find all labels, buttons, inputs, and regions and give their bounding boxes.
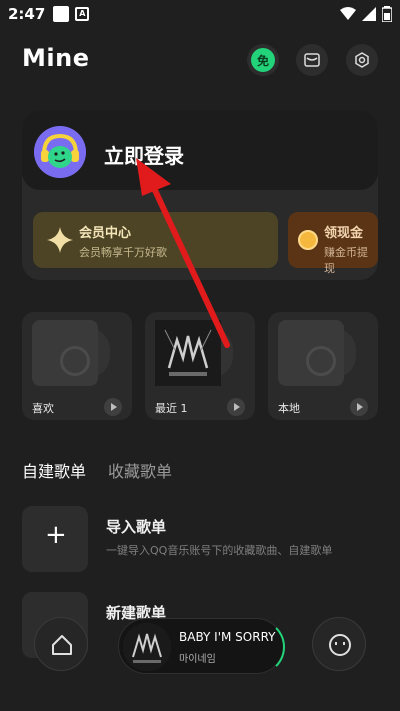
vip-subtitle: 会员畅享千万好歌 xyxy=(79,246,167,259)
import-subtitle: 一键导入QQ音乐账号下的收藏歌曲、自建歌单 xyxy=(106,544,333,557)
notification-square-icon xyxy=(53,6,70,22)
import-thumb: + xyxy=(22,506,88,572)
playlist-tabs: 自建歌单 收藏歌单 xyxy=(22,458,172,482)
play-icon[interactable] xyxy=(104,398,122,416)
face-icon xyxy=(329,634,351,656)
album-art-icon xyxy=(155,320,221,386)
play-icon[interactable] xyxy=(227,398,245,416)
local-tile[interactable]: 本地 xyxy=(268,312,378,420)
import-playlist-row[interactable]: + 导入歌单 一键导入QQ音乐账号下的收藏歌曲、自建歌单 xyxy=(22,506,378,572)
coin-subtitle: 赚金币提现 xyxy=(324,246,368,275)
avatar[interactable] xyxy=(34,126,86,178)
now-playing-artist: 마이네임 xyxy=(179,654,216,665)
tile-label: 本地 xyxy=(278,402,300,415)
wifi-icon xyxy=(340,7,356,20)
recent-tile[interactable]: 最近 1 xyxy=(145,312,255,420)
settings-icon xyxy=(355,52,369,68)
tile-label: 最近 1 xyxy=(155,402,188,415)
battery-icon xyxy=(382,6,392,22)
cd-icon xyxy=(60,346,90,376)
home-button[interactable] xyxy=(34,617,88,671)
cover-placeholder xyxy=(278,320,344,386)
vip-title: 会员中心 xyxy=(79,226,132,241)
message-button[interactable] xyxy=(296,44,328,76)
favorites-tile[interactable]: 喜欢 xyxy=(22,312,132,420)
cover-placeholder xyxy=(32,320,98,386)
cash-reward-button[interactable]: 领现金 赚金币提现 xyxy=(288,212,378,275)
settings-button[interactable] xyxy=(346,44,378,76)
tile-label: 喜欢 xyxy=(32,402,54,415)
avatar-mascot-icon xyxy=(34,126,86,178)
notification-a-icon: A xyxy=(75,7,90,21)
free-badge: 免 xyxy=(251,48,275,72)
signal-icon xyxy=(362,7,376,21)
cd-icon xyxy=(306,346,336,376)
album-art-icon xyxy=(123,623,171,671)
coin-title: 领现金 xyxy=(324,226,364,241)
mail-icon xyxy=(304,53,320,67)
coin-icon xyxy=(298,230,318,250)
home-icon xyxy=(52,635,72,655)
star-icon xyxy=(47,227,73,253)
play-icon[interactable] xyxy=(350,398,368,416)
vip-center-button[interactable]: 会员中心 会员畅享千万好歌 xyxy=(33,212,278,268)
page-title: Mine xyxy=(22,44,90,72)
tab-favorited-playlists[interactable]: 收藏歌单 xyxy=(108,458,172,482)
face-button[interactable] xyxy=(312,617,366,671)
status-bar: 2:47 A xyxy=(0,0,400,28)
login-card: 立即登录 会员中心 会员畅享千万好歌 领现金 赚金币提现 xyxy=(22,110,378,280)
status-time: 2:47 xyxy=(8,5,46,23)
free-mode-button[interactable]: 免 xyxy=(247,44,279,76)
progress-ring xyxy=(229,619,285,675)
login-text[interactable]: 立即登录 xyxy=(104,140,184,169)
album-cover xyxy=(155,320,221,386)
import-title: 导入歌单 xyxy=(106,518,167,536)
plus-icon: + xyxy=(45,520,67,550)
tab-created-playlists[interactable]: 自建歌单 xyxy=(22,458,86,482)
now-playing-art xyxy=(123,623,171,671)
header: Mine 免 xyxy=(0,40,400,80)
mini-player[interactable]: BABY I'M SORRY 마이네임 xyxy=(118,618,285,675)
